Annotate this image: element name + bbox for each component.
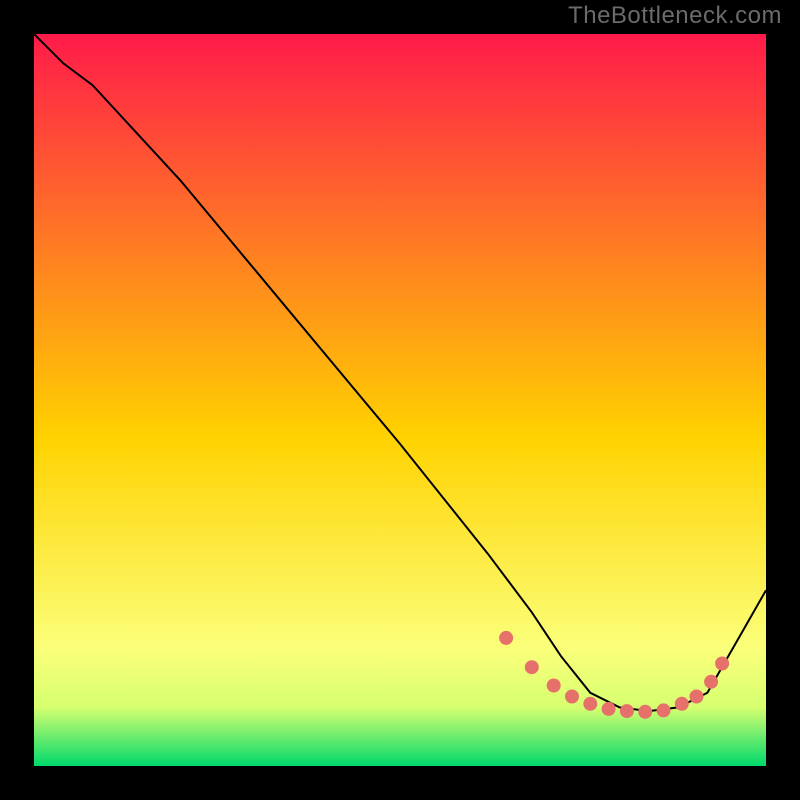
marker-dot [657, 703, 671, 717]
marker-dot [565, 690, 579, 704]
marker-dot [499, 631, 513, 645]
marker-dot [583, 697, 597, 711]
watermark-text: TheBottleneck.com [568, 2, 782, 30]
marker-dot [602, 702, 616, 716]
marker-dot [638, 705, 652, 719]
marker-dot [704, 675, 718, 689]
marker-dot [715, 657, 729, 671]
gradient-background [34, 34, 766, 766]
plot-svg [34, 34, 766, 766]
marker-dot [547, 679, 561, 693]
plot-area [34, 34, 766, 766]
chart-container: TheBottleneck.com [0, 0, 800, 800]
marker-dot [675, 697, 689, 711]
marker-dot [690, 690, 704, 704]
marker-dot [620, 704, 634, 718]
marker-dot [525, 660, 539, 674]
